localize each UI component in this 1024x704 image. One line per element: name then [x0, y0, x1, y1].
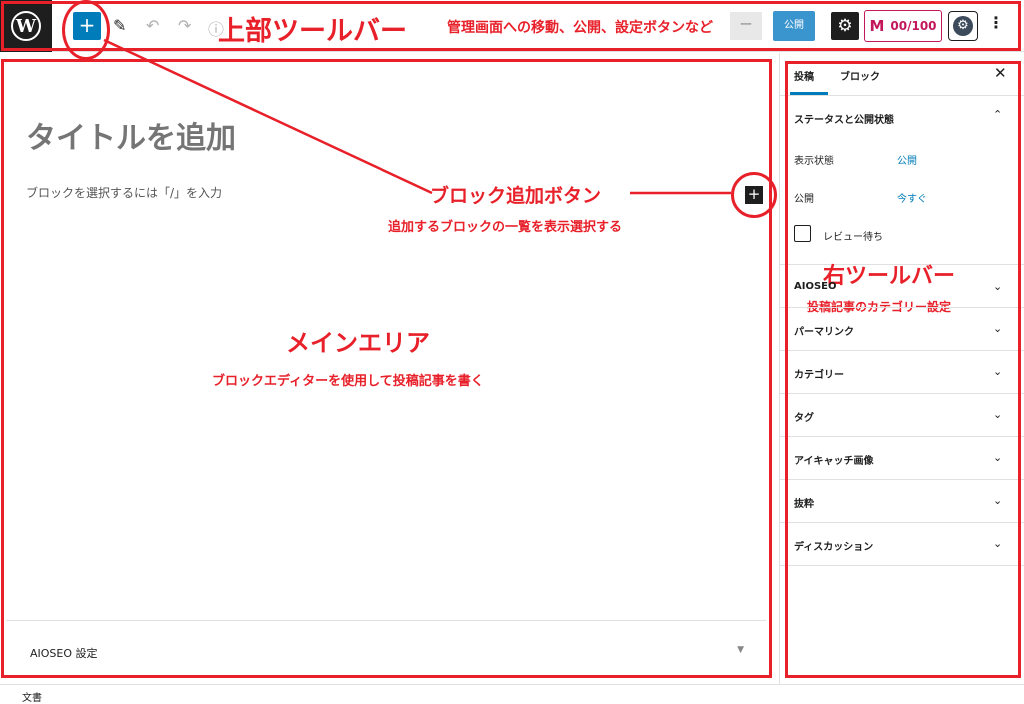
annotation-ring-add-block: [62, 0, 110, 60]
block-editor-screen: W + ✎ ↶ ↷ ⓘ 上部ツールバー 管理画面への移動、公開、設定ボタンなど …: [0, 0, 1024, 704]
annotation-frame-main-area: [1, 59, 772, 678]
breadcrumb-document[interactable]: 文書: [22, 689, 42, 704]
annotation-frame-right-toolbar: [785, 61, 1021, 678]
breadcrumb-footer: 文書: [0, 684, 1024, 704]
annotation-frame-top-toolbar: [1, 1, 1021, 51]
annotation-ring-inserter: [731, 172, 777, 218]
